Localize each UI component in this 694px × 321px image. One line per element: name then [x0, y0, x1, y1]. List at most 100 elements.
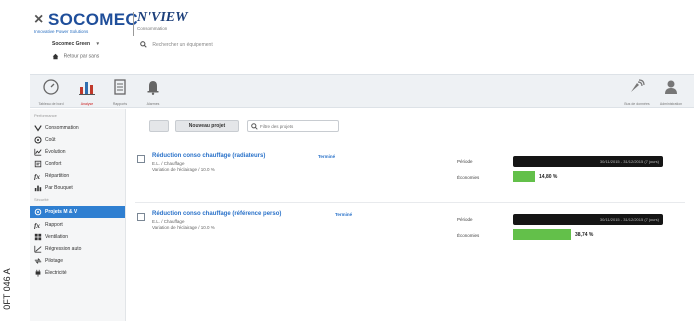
- sidebar-item-label: Par Bouquet: [45, 185, 73, 191]
- toolbar-analysis[interactable]: Analyse: [72, 77, 102, 107]
- sidebar-item-pilotage[interactable]: Pilotage: [30, 255, 125, 267]
- toolbar-label: Tableau de bord: [38, 102, 64, 106]
- sidebar-item-cout[interactable]: Coût: [30, 134, 125, 146]
- toolbar-label: Bus de données: [624, 102, 650, 106]
- svg-text:fx: fx: [34, 222, 40, 229]
- period-text: 30/11/2015 - 31/12/2015 (7 jours): [599, 217, 659, 222]
- period-label: Période: [457, 159, 473, 164]
- satellite-icon: [631, 79, 645, 92]
- home-link[interactable]: Retour par sans: [52, 53, 99, 60]
- project-checkbox[interactable]: [137, 213, 145, 221]
- home-icon: [52, 53, 59, 60]
- search-icon: [140, 41, 147, 48]
- socomec-logo[interactable]: × SOCOMEC Innovative Power Solutions: [34, 11, 138, 43]
- sidebar-section-performance: Performance: [34, 113, 57, 118]
- bell-icon: [147, 81, 159, 95]
- logo-tagline: Innovative Power Solutions: [34, 29, 89, 34]
- project-status: Terminé: [335, 212, 353, 217]
- sidebar-item-projets-mv[interactable]: Projets M & V: [30, 206, 125, 218]
- project-status: Terminé: [318, 154, 336, 159]
- toolbar-dashboard[interactable]: Tableau de bord: [36, 77, 66, 107]
- product-subtitle: Consommation: [137, 26, 168, 31]
- period-bar: 30/11/2015 - 31/12/2015 (7 jours): [513, 156, 663, 167]
- saving-bar: [513, 229, 571, 240]
- sidebar-item-par-bouquet[interactable]: Par Bouquet: [30, 182, 125, 194]
- product-name: N'VIEW: [137, 10, 188, 25]
- site-selector[interactable]: Socomec Green ▾: [52, 41, 99, 47]
- document-icon: [114, 79, 126, 95]
- arrows-icon: [34, 258, 42, 264]
- project-title[interactable]: Réduction conso chauffage (radiateurs): [152, 153, 265, 159]
- toolbar-label: Rapports: [112, 102, 128, 106]
- project-category: E.L. / Chauffage: [152, 219, 185, 224]
- equipment-search-placeholder: Rechercher un équipement: [152, 41, 213, 48]
- sidebar-item-label: Rapport: [45, 222, 63, 228]
- grid-icon: [34, 233, 42, 241]
- toolbar-alarms[interactable]: Alarmes: [138, 77, 168, 107]
- saving-percentage: 14,80 %: [539, 174, 558, 180]
- toolbar-label: Analyse: [80, 102, 94, 106]
- logo-name: SOCOMEC: [48, 10, 138, 29]
- project-title[interactable]: Réduction conso chauffage (référence per…: [152, 211, 281, 217]
- sidebar-item-label: Projets M & V: [45, 209, 78, 215]
- period-label: Période: [457, 217, 473, 222]
- project-search-input[interactable]: [260, 122, 336, 131]
- sidebar-item-label: Confort: [45, 161, 62, 167]
- project-card[interactable]: Réduction conso chauffage (radiateurs) T…: [127, 149, 694, 201]
- toolbar-databus[interactable]: Bus de données: [622, 77, 652, 107]
- saving-percentage: 38,74 %: [575, 232, 594, 238]
- gauge-icon: [43, 79, 59, 95]
- flow-icon: [34, 125, 42, 132]
- sidebar-item-label: Évolution: [45, 149, 66, 155]
- project-variation: Variation de l'éclairage / 10.0 %: [152, 225, 215, 230]
- sidebar-item-label: Consommation: [45, 125, 79, 131]
- saving-bar-track: [513, 171, 663, 182]
- project-card[interactable]: Réduction conso chauffage (référence per…: [127, 207, 694, 259]
- coin-icon: [34, 136, 42, 144]
- function-icon: fx: [34, 222, 40, 229]
- new-project-button[interactable]: Nouveau projet: [175, 120, 239, 132]
- toolbar-label: Alarmes: [146, 102, 160, 106]
- figure-reference: 0FT 046 A: [1, 258, 13, 320]
- sidebar-item-repartition[interactable]: fx Répartition: [30, 170, 125, 182]
- main-toolbar: Tableau de bord Analyse Rapports Alarmes…: [30, 74, 694, 108]
- sidebar-item-rapport[interactable]: fx Rapport: [30, 219, 125, 231]
- sidebar: Performance Consommation Coût Évolution …: [30, 109, 126, 321]
- equipment-search[interactable]: Rechercher un équipement: [140, 41, 213, 48]
- line-chart-icon: [34, 245, 42, 253]
- sidebar-section-security: Sécurité: [34, 197, 49, 202]
- sidebar-item-evolution[interactable]: Évolution: [30, 146, 125, 158]
- line-chart-icon: [34, 148, 42, 156]
- bar-chart-icon: [79, 82, 95, 95]
- project-category: E.L. / Chauffage: [152, 161, 185, 166]
- toolbar-admin[interactable]: Administration: [656, 77, 686, 107]
- sidebar-item-label: Électricité: [45, 270, 67, 276]
- header-divider: [133, 12, 134, 36]
- function-icon: fx: [34, 173, 40, 180]
- toolbar-label: Administration: [659, 102, 683, 106]
- saving-label: Économies: [457, 233, 480, 238]
- user-admin-icon: [665, 80, 677, 94]
- saving-label: Économies: [457, 175, 480, 180]
- project-checkbox[interactable]: [137, 155, 145, 163]
- svg-text:fx: fx: [34, 173, 40, 180]
- sidebar-item-electricite[interactable]: Électricité: [30, 267, 125, 279]
- sidebar-item-regression[interactable]: Régression auto: [30, 243, 125, 255]
- sidebar-item-label: Pilotage: [45, 258, 64, 264]
- home-label: Retour par sans: [63, 53, 100, 60]
- sidebar-item-ventilation[interactable]: Ventilation: [30, 231, 125, 243]
- toolbar-reports[interactable]: Rapports: [105, 77, 135, 107]
- sidebar-item-label: Ventilation: [45, 234, 69, 240]
- sidebar-item-consommation[interactable]: Consommation: [30, 122, 125, 134]
- search-icon: [251, 123, 258, 130]
- period-text: 30/11/2015 - 31/12/2015 (7 jours): [599, 159, 659, 164]
- app-window: × SOCOMEC Innovative Power Solutions N'V…: [30, 8, 694, 321]
- thermometer-icon: [34, 160, 42, 168]
- header: × SOCOMEC Innovative Power Solutions N'V…: [30, 8, 694, 70]
- sidebar-item-label: Régression auto: [45, 246, 82, 252]
- project-search[interactable]: [247, 120, 339, 132]
- card-divider: [135, 202, 685, 203]
- sidebar-item-confort[interactable]: Confort: [30, 158, 125, 170]
- sidebar-item-label: Répartition: [45, 173, 70, 179]
- select-all-toggle[interactable]: [149, 120, 169, 132]
